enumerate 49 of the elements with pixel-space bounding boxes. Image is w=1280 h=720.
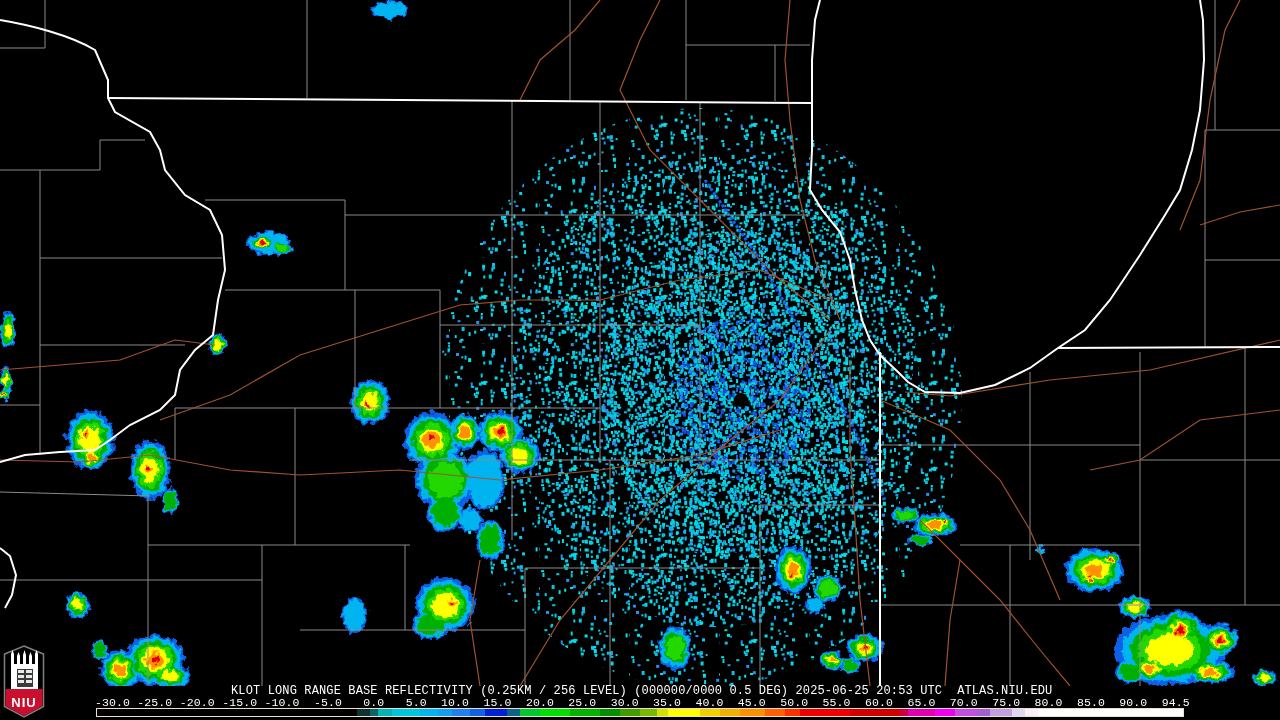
scale-label: -5.0 bbox=[312, 697, 342, 708]
storm-echo bbox=[350, 380, 390, 424]
tower-shield-icon bbox=[3, 645, 45, 718]
scale-label: 94.5 bbox=[1160, 697, 1190, 708]
storm-echo bbox=[820, 634, 883, 673]
scale-label: 5.0 bbox=[404, 697, 427, 708]
storm-echo bbox=[412, 577, 475, 639]
storm-echo bbox=[1065, 548, 1125, 592]
scale-label: 20.0 bbox=[525, 697, 554, 708]
state-border bbox=[0, 547, 18, 609]
storm-echo bbox=[0, 312, 16, 348]
scale-label: 60.0 bbox=[864, 697, 893, 708]
scale-label: 50.0 bbox=[780, 697, 809, 708]
storm-echo bbox=[66, 592, 90, 618]
scale-label: 45.0 bbox=[736, 697, 766, 708]
storm-echo bbox=[775, 546, 842, 613]
scale-label: -15.0 bbox=[221, 697, 258, 708]
storm-echo bbox=[1253, 670, 1277, 686]
scale-label: -10.0 bbox=[263, 697, 300, 708]
scale-label: 30.0 bbox=[610, 697, 639, 708]
scale-label: -25.0 bbox=[136, 697, 173, 708]
scale-label: 40.0 bbox=[695, 697, 724, 708]
storm-echo bbox=[0, 366, 12, 401]
scale-label: 90.0 bbox=[1118, 697, 1148, 708]
storm-echo bbox=[246, 231, 292, 255]
storm-echo bbox=[372, 1, 408, 19]
scale-label: 80.0 bbox=[1033, 697, 1063, 708]
scale-label: 75.0 bbox=[991, 697, 1021, 708]
scale-label: 10.0 bbox=[440, 697, 470, 708]
storm-echo bbox=[891, 507, 957, 546]
scale-label: 15.0 bbox=[483, 697, 512, 708]
scale-label: 85.0 bbox=[1075, 697, 1105, 708]
scale-label: 25.0 bbox=[567, 697, 597, 708]
storm-echo bbox=[209, 334, 227, 356]
source-text: ATLAS.NIU.EDU bbox=[957, 686, 1053, 697]
scale-label: 35.0 bbox=[653, 697, 682, 708]
storm-echo bbox=[659, 626, 691, 670]
scale-label: 0.0 bbox=[362, 697, 385, 708]
logo-text: NIU bbox=[10, 696, 38, 709]
scale-label: 65.0 bbox=[906, 697, 936, 708]
scale-label: 70.0 bbox=[948, 697, 978, 708]
radar-site-dot bbox=[734, 393, 748, 407]
map-title: KLOT LONG RANGE BASE REFLECTIVITY (0.25KM / 256 LEVEL) (000000/0000 0.5 DEG) 2025-06-25 20:53 UTC bbox=[231, 686, 943, 697]
storm-echo bbox=[66, 410, 114, 470]
scale-label: -20.0 bbox=[178, 697, 215, 708]
storm-echo bbox=[343, 597, 367, 633]
storm-echo bbox=[1034, 545, 1046, 555]
scale-label: -30.0 bbox=[93, 697, 130, 708]
scale-label: 55.0 bbox=[821, 697, 851, 708]
